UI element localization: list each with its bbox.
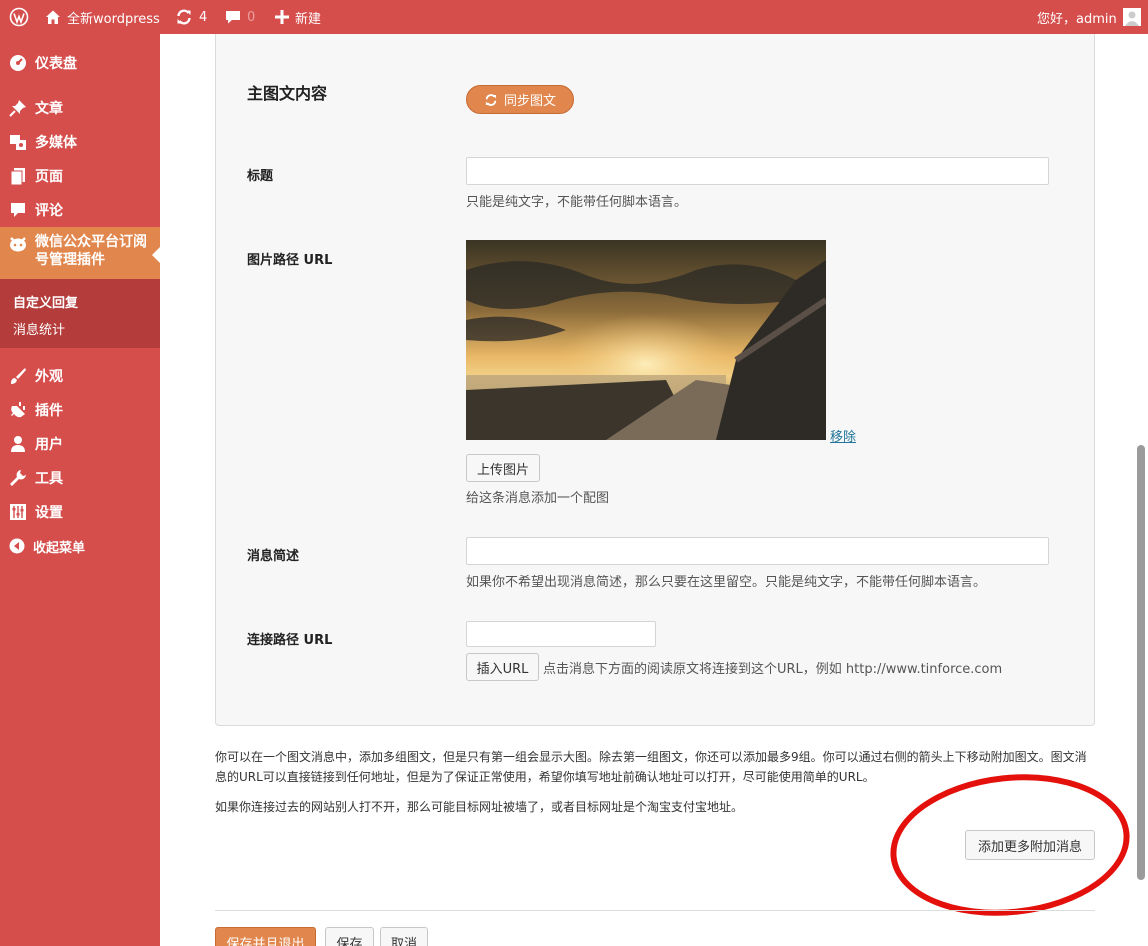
menu-item-comments[interactable]: 评论 xyxy=(0,200,160,220)
menu-item-plugins[interactable]: 插件 xyxy=(0,400,160,420)
collapse-menu-button[interactable]: 收起菜单 xyxy=(0,536,160,556)
wrench-icon xyxy=(10,470,26,486)
image-url-label: 图片路径 URL xyxy=(247,253,333,268)
menu-item-dashboard[interactable]: 仪表盘 xyxy=(0,53,160,73)
pin-icon xyxy=(9,100,26,117)
menu-item-appearance[interactable]: 外观 xyxy=(0,366,160,386)
menu-item-users[interactable]: 用户 xyxy=(0,434,160,454)
plug-icon xyxy=(11,402,25,418)
comments-link[interactable]: 0 xyxy=(225,0,255,34)
upload-image-button[interactable]: 上传图片 xyxy=(466,454,540,482)
home-icon xyxy=(46,10,60,24)
comments-count: 0 xyxy=(247,9,256,25)
menu-label: 文章 xyxy=(35,101,63,117)
title-input[interactable] xyxy=(466,157,1049,185)
remove-image-link[interactable]: 移除 xyxy=(830,426,856,445)
section-title: 主图文内容 xyxy=(247,84,328,103)
menu-item-settings[interactable]: 设置 xyxy=(0,502,160,522)
menu-item-tools[interactable]: 工具 xyxy=(0,468,160,488)
summary-input[interactable] xyxy=(466,537,1049,565)
menu-label: 微信公众平台订阅号管理插件 xyxy=(35,234,147,268)
collapse-icon xyxy=(9,538,25,554)
plus-icon xyxy=(275,10,289,24)
insert-url-button[interactable]: 插入URL xyxy=(466,653,539,681)
save-and-exit-button[interactable]: 保存并且退出 xyxy=(215,927,316,946)
image-description: 给这条消息添加一个配图 xyxy=(466,491,610,506)
menu-item-wechat-plugin[interactable]: 微信公众平台订阅号管理插件 xyxy=(0,227,160,279)
user-icon xyxy=(11,436,25,452)
menu-item-media[interactable]: 多媒体 xyxy=(0,132,160,152)
new-content-link[interactable]: 新建 xyxy=(275,0,321,34)
page-scrollbar[interactable] xyxy=(1137,445,1145,880)
cancel-button[interactable]: 取消 xyxy=(380,927,428,946)
page-icon xyxy=(10,168,25,185)
media-icon xyxy=(10,135,26,150)
greeting: 您好，admin xyxy=(1037,11,1117,27)
summary-description: 如果你不希望出现消息简述，那么只要在这里留空。只能是纯文字，不能带任何脚本语言。 xyxy=(466,575,987,590)
admin-bar: 全新wordpress 4 0 新建 您好，admin xyxy=(0,0,1148,34)
sync-article-button[interactable]: 同步图文 xyxy=(466,85,574,114)
menu-label: 插件 xyxy=(35,403,63,419)
site-name-link[interactable]: 全新wordpress xyxy=(45,0,160,34)
wordpress-logo-button[interactable] xyxy=(9,0,29,34)
menu-item-pages[interactable]: 页面 xyxy=(0,166,160,186)
account-link[interactable]: 您好，admin xyxy=(1037,0,1141,34)
menu-label: 设置 xyxy=(35,505,63,521)
link-url-description: 点击消息下方面的阅读原文将连接到这个URL，例如 http://www.tinf… xyxy=(543,662,1003,677)
user-silhouette-icon xyxy=(1124,11,1139,26)
article-cover-image xyxy=(466,240,826,440)
submenu-item-message-stats[interactable]: 消息统计 xyxy=(13,319,65,338)
menu-item-posts[interactable]: 文章 xyxy=(0,98,160,118)
dashboard-icon xyxy=(10,55,26,71)
sync-icon xyxy=(485,93,497,106)
submenu: 自定义回复 消息统计 xyxy=(0,279,160,348)
menu-label: 工具 xyxy=(35,471,63,487)
menu-label: 用户 xyxy=(35,437,63,453)
menu-label: 评论 xyxy=(35,203,63,219)
menu-label: 仪表盘 xyxy=(35,56,77,72)
updates-count: 4 xyxy=(199,9,208,25)
settings-icon xyxy=(10,504,26,520)
avatar xyxy=(1122,8,1141,26)
link-url-label: 连接路径 URL xyxy=(247,633,333,648)
wordpress-logo-icon xyxy=(9,7,29,27)
sync-button-label: 同步图文 xyxy=(503,94,556,109)
brush-icon xyxy=(11,368,26,384)
menu-label: 外观 xyxy=(35,369,63,385)
save-button[interactable]: 保存 xyxy=(325,927,374,946)
plugin-logo-icon xyxy=(10,237,26,252)
menu-label: 收起菜单 xyxy=(33,540,86,556)
comment-icon xyxy=(11,203,25,217)
link-url-input[interactable] xyxy=(466,621,656,647)
site-name: 全新wordpress xyxy=(67,11,160,27)
title-description: 只能是纯文字，不能带任何脚本语言。 xyxy=(466,195,688,210)
title-label: 标题 xyxy=(247,169,274,184)
comment-bubble-icon xyxy=(226,11,240,24)
summary-label: 消息简述 xyxy=(247,549,300,564)
footer-divider xyxy=(215,910,1095,911)
menu-label: 页面 xyxy=(35,169,63,185)
menu-label: 多媒体 xyxy=(35,135,77,151)
help-paragraph-1: 你可以在一个图文消息中，添加多组图文，但是只有第一组会显示大图。除去第一组图文，… xyxy=(215,750,1087,784)
submenu-item-custom-reply[interactable]: 自定义回复 xyxy=(13,292,78,311)
updates-link[interactable]: 4 xyxy=(175,0,207,34)
new-label: 新建 xyxy=(295,11,322,27)
refresh-icon xyxy=(177,9,191,25)
